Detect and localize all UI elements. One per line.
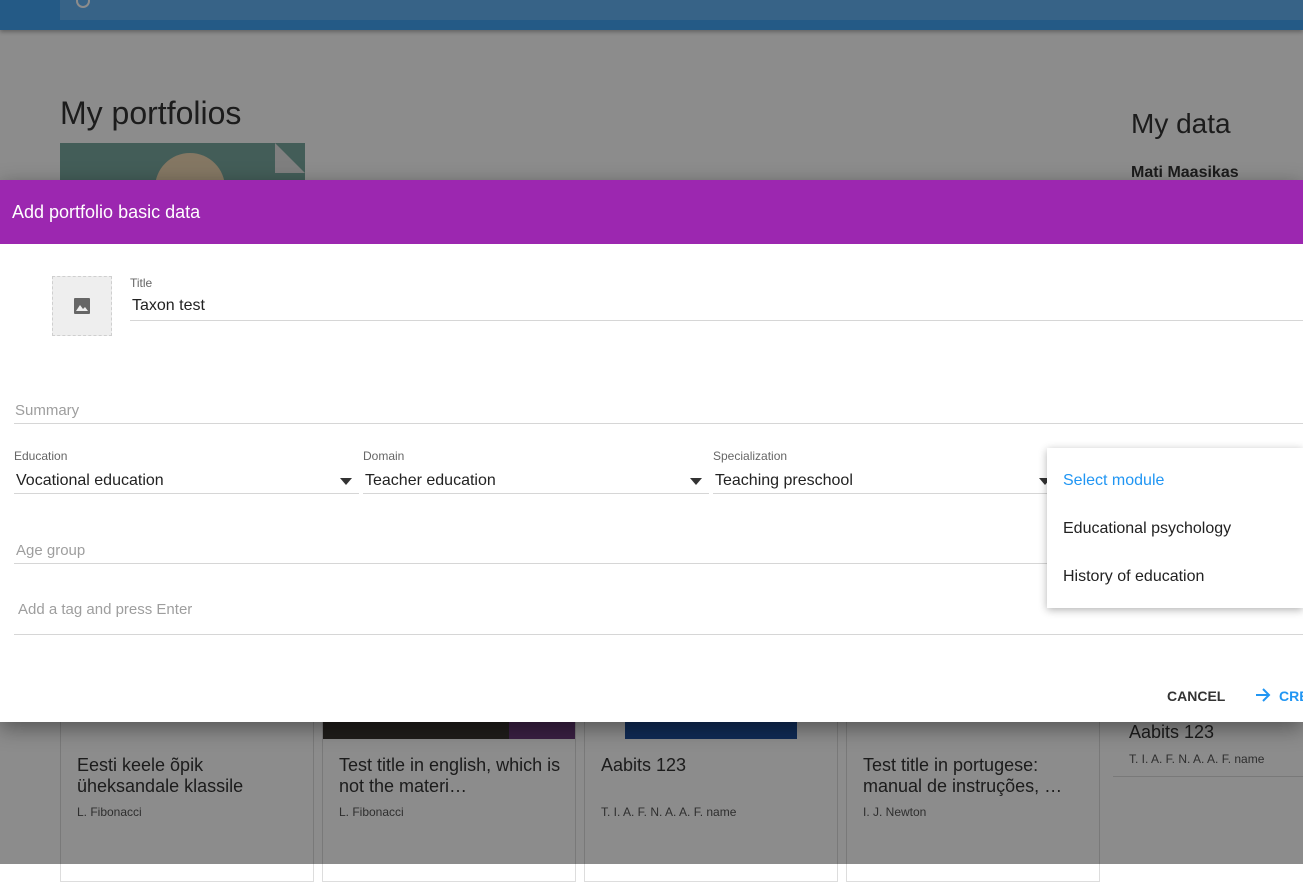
cancel-button[interactable]: CANCEL — [1167, 688, 1225, 704]
image-icon — [74, 298, 90, 314]
specialization-select[interactable]: Teaching preschool — [715, 472, 853, 490]
arrow-forward-icon[interactable] — [1254, 686, 1272, 704]
education-select[interactable]: Vocational education — [16, 472, 164, 490]
module-dropdown-menu: Select module Educational psychology His… — [1047, 448, 1303, 608]
portfolio-picture-upload[interactable] — [52, 276, 112, 336]
education-label: Education — [14, 449, 68, 463]
menu-item-select-module[interactable]: Select module — [1063, 472, 1164, 490]
menu-item-educational-psychology[interactable]: Educational psychology — [1063, 520, 1231, 538]
title-label: Title — [130, 276, 153, 290]
age-group-select[interactable]: Age group — [16, 542, 85, 559]
education-dropdown-icon[interactable] — [340, 478, 352, 485]
domain-dropdown-icon[interactable] — [690, 478, 702, 485]
dialog-header: Add portfolio basic data — [0, 180, 1303, 244]
specialization-label: Specialization — [713, 449, 788, 463]
title-input[interactable]: Taxon test — [132, 297, 205, 315]
tag-underline — [14, 634, 1303, 635]
education-underline — [14, 493, 359, 494]
domain-underline — [363, 493, 709, 494]
summary-underline — [14, 423, 1303, 424]
tag-input[interactable]: Add a tag and press Enter — [18, 601, 192, 618]
title-underline — [130, 320, 1303, 321]
menu-item-history-of-education[interactable]: History of education — [1063, 568, 1204, 586]
create-button[interactable]: CRE — [1279, 688, 1303, 704]
specialization-underline — [713, 493, 1047, 494]
summary-input[interactable]: Summary — [15, 402, 79, 419]
dialog-title: Add portfolio basic data — [12, 202, 201, 222]
domain-label: Domain — [363, 449, 405, 463]
domain-select[interactable]: Teacher education — [365, 472, 496, 490]
